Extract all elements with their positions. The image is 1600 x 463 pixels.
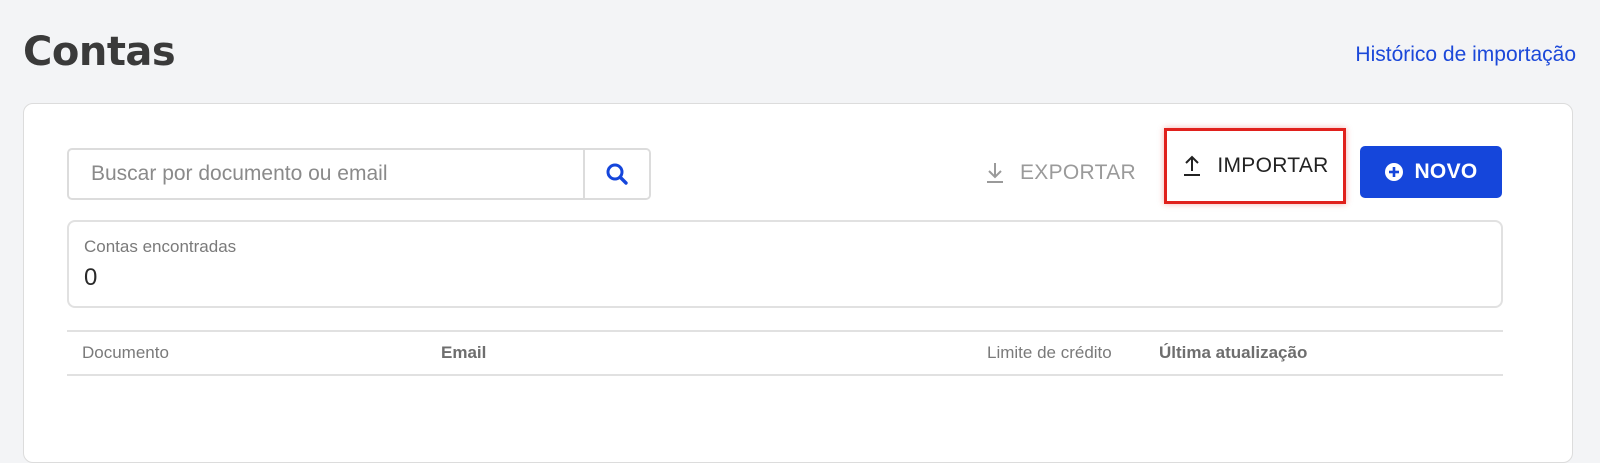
column-header-ultima-atualizacao[interactable]: Última atualização <box>1159 343 1307 363</box>
accounts-found-summary: Contas encontradas 0 <box>67 220 1503 308</box>
column-header-email[interactable]: Email <box>441 343 486 363</box>
import-history-link[interactable]: Histórico de importação <box>1355 42 1576 68</box>
export-button[interactable]: EXPORTAR <box>984 156 1136 190</box>
new-button-label: NOVO <box>1414 160 1478 183</box>
export-button-label: EXPORTAR <box>1020 161 1136 184</box>
plus-circle-icon <box>1385 163 1404 181</box>
search-icon <box>606 163 628 185</box>
search-box <box>67 148 651 200</box>
accounts-found-label: Contas encontradas <box>84 237 237 256</box>
accounts-card: EXPORTAR IMPORTAR NOVO Contas encontrada… <box>23 103 1573 463</box>
page-title: Contas <box>23 29 176 75</box>
table-header: Documento Email Limite de crédito Última… <box>67 330 1503 376</box>
import-button-label: IMPORTAR <box>1217 154 1329 177</box>
accounts-found-count: 0 <box>84 264 98 291</box>
search-button[interactable] <box>583 150 649 198</box>
search-input[interactable] <box>69 150 583 198</box>
column-header-limite-de-credito[interactable]: Limite de crédito <box>987 343 1112 363</box>
column-header-documento[interactable]: Documento <box>82 343 169 363</box>
import-button[interactable]: IMPORTAR <box>1164 128 1346 204</box>
new-button[interactable]: NOVO <box>1360 146 1502 198</box>
upload-icon <box>1184 155 1201 176</box>
download-icon <box>987 163 1003 183</box>
